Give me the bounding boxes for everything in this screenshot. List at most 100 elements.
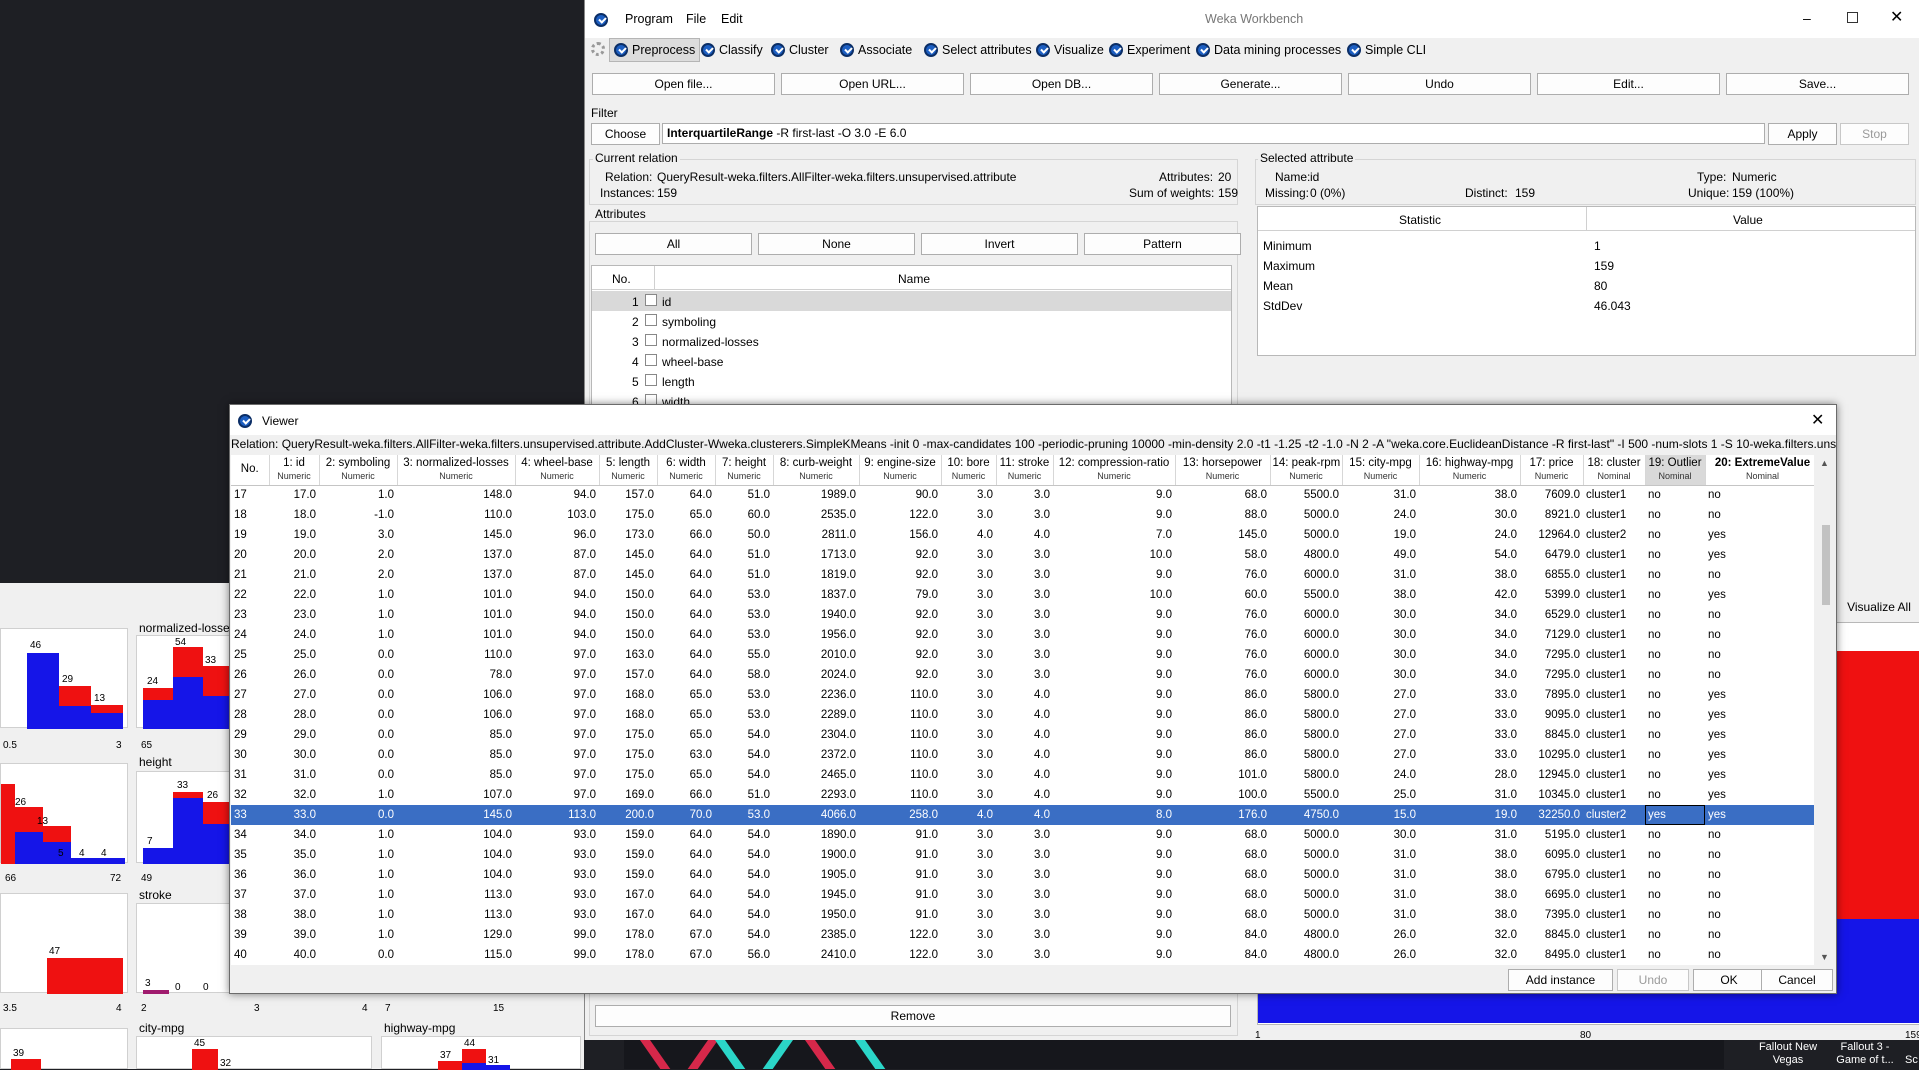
table-cell[interactable]: 97.0 (515, 725, 599, 745)
table-cell[interactable]: cluster1 (1583, 745, 1645, 765)
table-cell[interactable]: 35.0 (269, 845, 319, 865)
table-cell[interactable]: 168.0 (599, 705, 657, 725)
table-cell[interactable]: 94.0 (515, 605, 599, 625)
attribute-name[interactable]: symboling (662, 315, 716, 329)
column-header[interactable]: 2: symboling Numeric (319, 455, 398, 486)
table-cell[interactable]: 110.0 (859, 705, 941, 725)
table-cell[interactable]: 104.0 (397, 825, 515, 845)
table-cell[interactable]: 110.0 (859, 765, 941, 785)
table-cell[interactable]: yes (1705, 525, 1814, 545)
table-cell[interactable]: 31.0 (1419, 785, 1520, 805)
table-cell[interactable]: 3.0 (941, 845, 996, 865)
table-cell[interactable]: 3.0 (941, 485, 996, 505)
table-cell[interactable]: cluster1 (1583, 865, 1645, 885)
table-cell[interactable]: 86.0 (1175, 745, 1270, 765)
table-cell[interactable]: 1950.0 (773, 905, 859, 925)
table-cell[interactable]: no (1645, 525, 1705, 545)
table-cell[interactable]: 86.0 (1175, 705, 1270, 725)
table-cell[interactable]: 32.0 (269, 785, 319, 805)
table-cell[interactable]: 27.0 (1342, 685, 1419, 705)
table-cell[interactable]: 3.0 (996, 505, 1053, 525)
table-cell[interactable]: 54.0 (1419, 545, 1520, 565)
table-cell[interactable]: 1956.0 (773, 625, 859, 645)
table-cell[interactable]: 110.0 (397, 505, 515, 525)
table-cell[interactable]: 6000.0 (1270, 605, 1342, 625)
table-cell[interactable]: 15.0 (1342, 805, 1419, 825)
table-cell[interactable]: 67.0 (657, 945, 715, 965)
table-cell[interactable]: 3.0 (996, 585, 1053, 605)
table-cell[interactable]: 7129.0 (1520, 625, 1583, 645)
column-header[interactable]: 12: compression-ratio Numeric (1053, 455, 1176, 486)
table-cell[interactable]: 104.0 (397, 845, 515, 865)
table-cell[interactable]: 5000.0 (1270, 525, 1342, 545)
table-cell[interactable]: 56.0 (715, 945, 773, 965)
table-cell[interactable]: 5500.0 (1270, 485, 1342, 505)
table-cell[interactable]: 27.0 (1342, 705, 1419, 725)
table-cell[interactable]: 0.0 (319, 745, 397, 765)
table-cell[interactable]: 93.0 (515, 885, 599, 905)
table-cell[interactable]: 173.0 (599, 525, 657, 545)
table-cell[interactable]: 30.0 (1342, 645, 1419, 665)
table-cell[interactable]: 93.0 (515, 865, 599, 885)
table-cell[interactable]: 68.0 (1175, 905, 1270, 925)
table-cell[interactable]: 27.0 (1342, 745, 1419, 765)
table-cell[interactable]: 101.0 (1175, 765, 1270, 785)
table-row[interactable]: 33 33.0 0.0 145.0 113.0 200.0 70.0 53.0 4066.0 25… (231, 805, 1814, 825)
table-cell[interactable]: 1989.0 (773, 485, 859, 505)
table-cell[interactable]: 9.0 (1053, 505, 1175, 525)
table-cell[interactable]: 3.0 (941, 665, 996, 685)
table-cell[interactable]: no (1645, 605, 1705, 625)
table-row[interactable]: 19 19.0 3.0 145.0 96.0 173.0 66.0 50.0 2811.0 156… (231, 525, 1814, 545)
table-cell[interactable]: 113.0 (397, 905, 515, 925)
table-cell[interactable]: 32.0 (1419, 925, 1520, 945)
table-cell[interactable]: cluster1 (1583, 605, 1645, 625)
column-header[interactable]: 7: height Numeric (715, 455, 774, 486)
table-cell[interactable]: 38.0 (1419, 885, 1520, 905)
table-cell[interactable]: 30 (231, 745, 269, 765)
table-cell[interactable]: 88.0 (1175, 505, 1270, 525)
column-header[interactable]: 14: peak-rpm Numeric (1270, 455, 1343, 486)
table-cell[interactable]: 64.0 (657, 565, 715, 585)
table-cell[interactable]: 79.0 (859, 585, 941, 605)
table-cell[interactable]: 103.0 (515, 505, 599, 525)
table-cell[interactable]: 38 (231, 905, 269, 925)
table-cell[interactable]: 97.0 (515, 685, 599, 705)
table-cell[interactable]: yes (1705, 685, 1814, 705)
table-cell[interactable]: 34.0 (269, 825, 319, 845)
table-cell[interactable]: 7295.0 (1520, 645, 1583, 665)
table-cell[interactable]: 113.0 (397, 885, 515, 905)
table-cell[interactable]: 33.0 (269, 805, 319, 825)
table-cell[interactable]: 30.0 (1419, 505, 1520, 525)
table-cell[interactable]: 92.0 (859, 565, 941, 585)
table-cell[interactable]: 1837.0 (773, 585, 859, 605)
table-row[interactable]: 24 24.0 1.0 101.0 94.0 150.0 64.0 53.0 1956.0 92.… (231, 625, 1814, 645)
table-cell[interactable]: 1.0 (319, 825, 397, 845)
table-cell[interactable]: 110.0 (859, 725, 941, 745)
table-cell[interactable]: 10345.0 (1520, 785, 1583, 805)
table-row[interactable]: 26 26.0 0.0 78.0 97.0 157.0 64.0 58.0 2024.0 92.0… (231, 665, 1814, 685)
table-cell[interactable]: no (1645, 905, 1705, 925)
table-cell[interactable]: 5000.0 (1270, 845, 1342, 865)
edit-button[interactable]: Edit... (1537, 73, 1720, 95)
table-cell[interactable]: 1.0 (319, 925, 397, 945)
table-cell[interactable]: 32250.0 (1520, 805, 1583, 825)
column-header[interactable]: 15: city-mpg Numeric (1342, 455, 1420, 486)
table-cell[interactable]: 38.0 (1419, 485, 1520, 505)
column-header[interactable]: 9: engine-size Numeric (859, 455, 942, 486)
table-cell[interactable]: 8845.0 (1520, 725, 1583, 745)
table-cell[interactable]: 28.0 (269, 705, 319, 725)
table-cell[interactable]: 3.0 (996, 865, 1053, 885)
table-cell[interactable]: 86.0 (1175, 725, 1270, 745)
table-cell[interactable]: 175.0 (599, 505, 657, 525)
table-cell[interactable]: 60.0 (715, 505, 773, 525)
table-cell[interactable]: 0.0 (319, 705, 397, 725)
taskbar-item-other[interactable]: Sc (1905, 1040, 1919, 1069)
table-cell[interactable]: 31.0 (1342, 565, 1419, 585)
table-cell[interactable]: 106.0 (397, 705, 515, 725)
table-cell[interactable]: 9.0 (1053, 725, 1175, 745)
table-cell[interactable]: 64.0 (657, 865, 715, 885)
table-row[interactable]: 37 37.0 1.0 113.0 93.0 167.0 64.0 54.0 1945.0 91.… (231, 885, 1814, 905)
table-cell[interactable]: 5195.0 (1520, 825, 1583, 845)
table-cell[interactable]: cluster1 (1583, 485, 1645, 505)
table-cell[interactable]: 1.0 (319, 885, 397, 905)
